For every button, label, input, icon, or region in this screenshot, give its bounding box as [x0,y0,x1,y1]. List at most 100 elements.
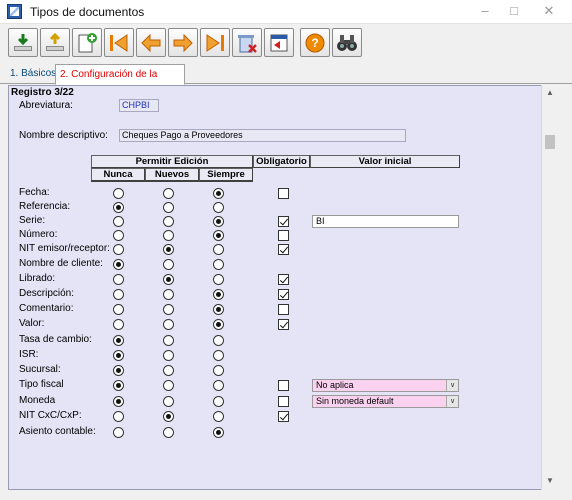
radio-nunca[interactable] [113,244,124,255]
nombre-label: Nombre descriptivo: [19,130,108,141]
obligatorio-checkbox[interactable] [278,216,289,227]
radio-siempre[interactable] [213,411,224,422]
radio-nunca[interactable] [113,411,124,422]
maximize-button[interactable]: □ [505,3,523,19]
radio-nunca[interactable] [113,319,124,330]
toolbar: ? [0,24,572,62]
vertical-scrollbar[interactable]: ▲ ▼ [541,85,557,490]
radio-nuevos[interactable] [163,319,174,330]
radio-siempre[interactable] [213,289,224,300]
radio-siempre[interactable] [213,380,224,391]
radio-nuevos[interactable] [163,230,174,241]
scroll-down-icon[interactable]: ▼ [545,476,555,485]
radio-nunca[interactable] [113,396,124,407]
next-button[interactable] [168,28,198,57]
radio-nuevos[interactable] [163,411,174,422]
obligatorio-checkbox[interactable] [278,304,289,315]
exit-button[interactable] [264,28,294,57]
radio-nunca[interactable] [113,289,124,300]
search-button[interactable] [332,28,362,57]
header-underline [91,181,253,182]
scroll-thumb[interactable] [545,135,555,149]
radio-nunca[interactable] [113,427,124,438]
obligatorio-checkbox[interactable] [278,289,289,300]
radio-nuevos[interactable] [163,202,174,213]
previous-button[interactable] [136,28,166,57]
radio-siempre[interactable] [213,319,224,330]
radio-nunca[interactable] [113,230,124,241]
radio-nuevos[interactable] [163,289,174,300]
abreviatura-field[interactable]: CHPBI [119,99,159,112]
radio-nunca[interactable] [113,380,124,391]
radio-nunca[interactable] [113,202,124,213]
radio-nuevos[interactable] [163,380,174,391]
obligatorio-checkbox[interactable] [278,396,289,407]
radio-nuevos[interactable] [163,350,174,361]
radio-nunca[interactable] [113,216,124,227]
save-button[interactable] [8,28,38,57]
chevron-down-icon[interactable]: ∨ [446,380,458,391]
radio-siempre[interactable] [213,396,224,407]
nombre-field[interactable]: Cheques Pago a Proveedores [119,129,406,142]
radio-siempre[interactable] [213,244,224,255]
obligatorio-checkbox[interactable] [278,380,289,391]
radio-nunca[interactable] [113,188,124,199]
radio-siempre[interactable] [213,259,224,270]
radio-siempre[interactable] [213,304,224,315]
radio-nunca[interactable] [113,365,124,376]
radio-nunca[interactable] [113,304,124,315]
radio-siempre[interactable] [213,202,224,213]
radio-nunca[interactable] [113,259,124,270]
radio-nunca[interactable] [113,335,124,346]
radio-siempre[interactable] [213,188,224,199]
radio-siempre[interactable] [213,427,224,438]
radio-nuevos[interactable] [163,427,174,438]
radio-siempre[interactable] [213,230,224,241]
scroll-up-icon[interactable]: ▲ [545,88,555,97]
tab-basicos[interactable]: 1. Básicos [6,66,60,84]
valor-inicial-select[interactable]: No aplica ∨ [312,379,459,392]
radio-nuevos[interactable] [163,396,174,407]
radio-nuevos[interactable] [163,216,174,227]
title-bar: Tipos de documentos – □ ✕ [0,0,572,24]
close-button[interactable]: ✕ [540,3,558,19]
last-button[interactable] [200,28,230,57]
app-icon [7,4,22,19]
minimize-button[interactable]: – [476,3,494,19]
obligatorio-checkbox[interactable] [278,188,289,199]
first-button[interactable] [104,28,134,57]
exit-door-icon [270,34,288,52]
obligatorio-checkbox[interactable] [278,230,289,241]
new-button[interactable] [72,28,102,57]
radio-siempre[interactable] [213,216,224,227]
new-document-icon [78,33,97,53]
radio-nunca[interactable] [113,350,124,361]
open-button[interactable] [40,28,70,57]
obligatorio-checkbox[interactable] [278,274,289,285]
obligatorio-checkbox[interactable] [278,319,289,330]
radio-siempre[interactable] [213,274,224,285]
radio-nuevos[interactable] [163,365,174,376]
radio-siempre[interactable] [213,350,224,361]
header-nuevos: Nuevos [145,168,199,181]
obligatorio-checkbox[interactable] [278,244,289,255]
abreviatura-label: Abreviatura: [19,100,73,111]
radio-nuevos[interactable] [163,259,174,270]
radio-nuevos[interactable] [163,335,174,346]
radio-nunca[interactable] [113,274,124,285]
chevron-down-icon[interactable]: ∨ [446,396,458,407]
radio-siempre[interactable] [213,335,224,346]
radio-nuevos[interactable] [163,304,174,315]
radio-nuevos[interactable] [163,244,174,255]
radio-siempre[interactable] [213,365,224,376]
header-permitir-edicion: Permitir Edición [91,155,253,168]
radio-nuevos[interactable] [163,274,174,285]
valor-inicial-input[interactable]: BI [312,215,459,228]
valor-inicial-select[interactable]: Sin moneda default ∨ [312,395,459,408]
help-button[interactable]: ? [300,28,330,57]
delete-button[interactable] [232,28,262,57]
last-record-icon [206,34,224,52]
tab-configuracion[interactable]: 2. Configuración de la edición [55,64,185,99]
obligatorio-checkbox[interactable] [278,411,289,422]
radio-nuevos[interactable] [163,188,174,199]
